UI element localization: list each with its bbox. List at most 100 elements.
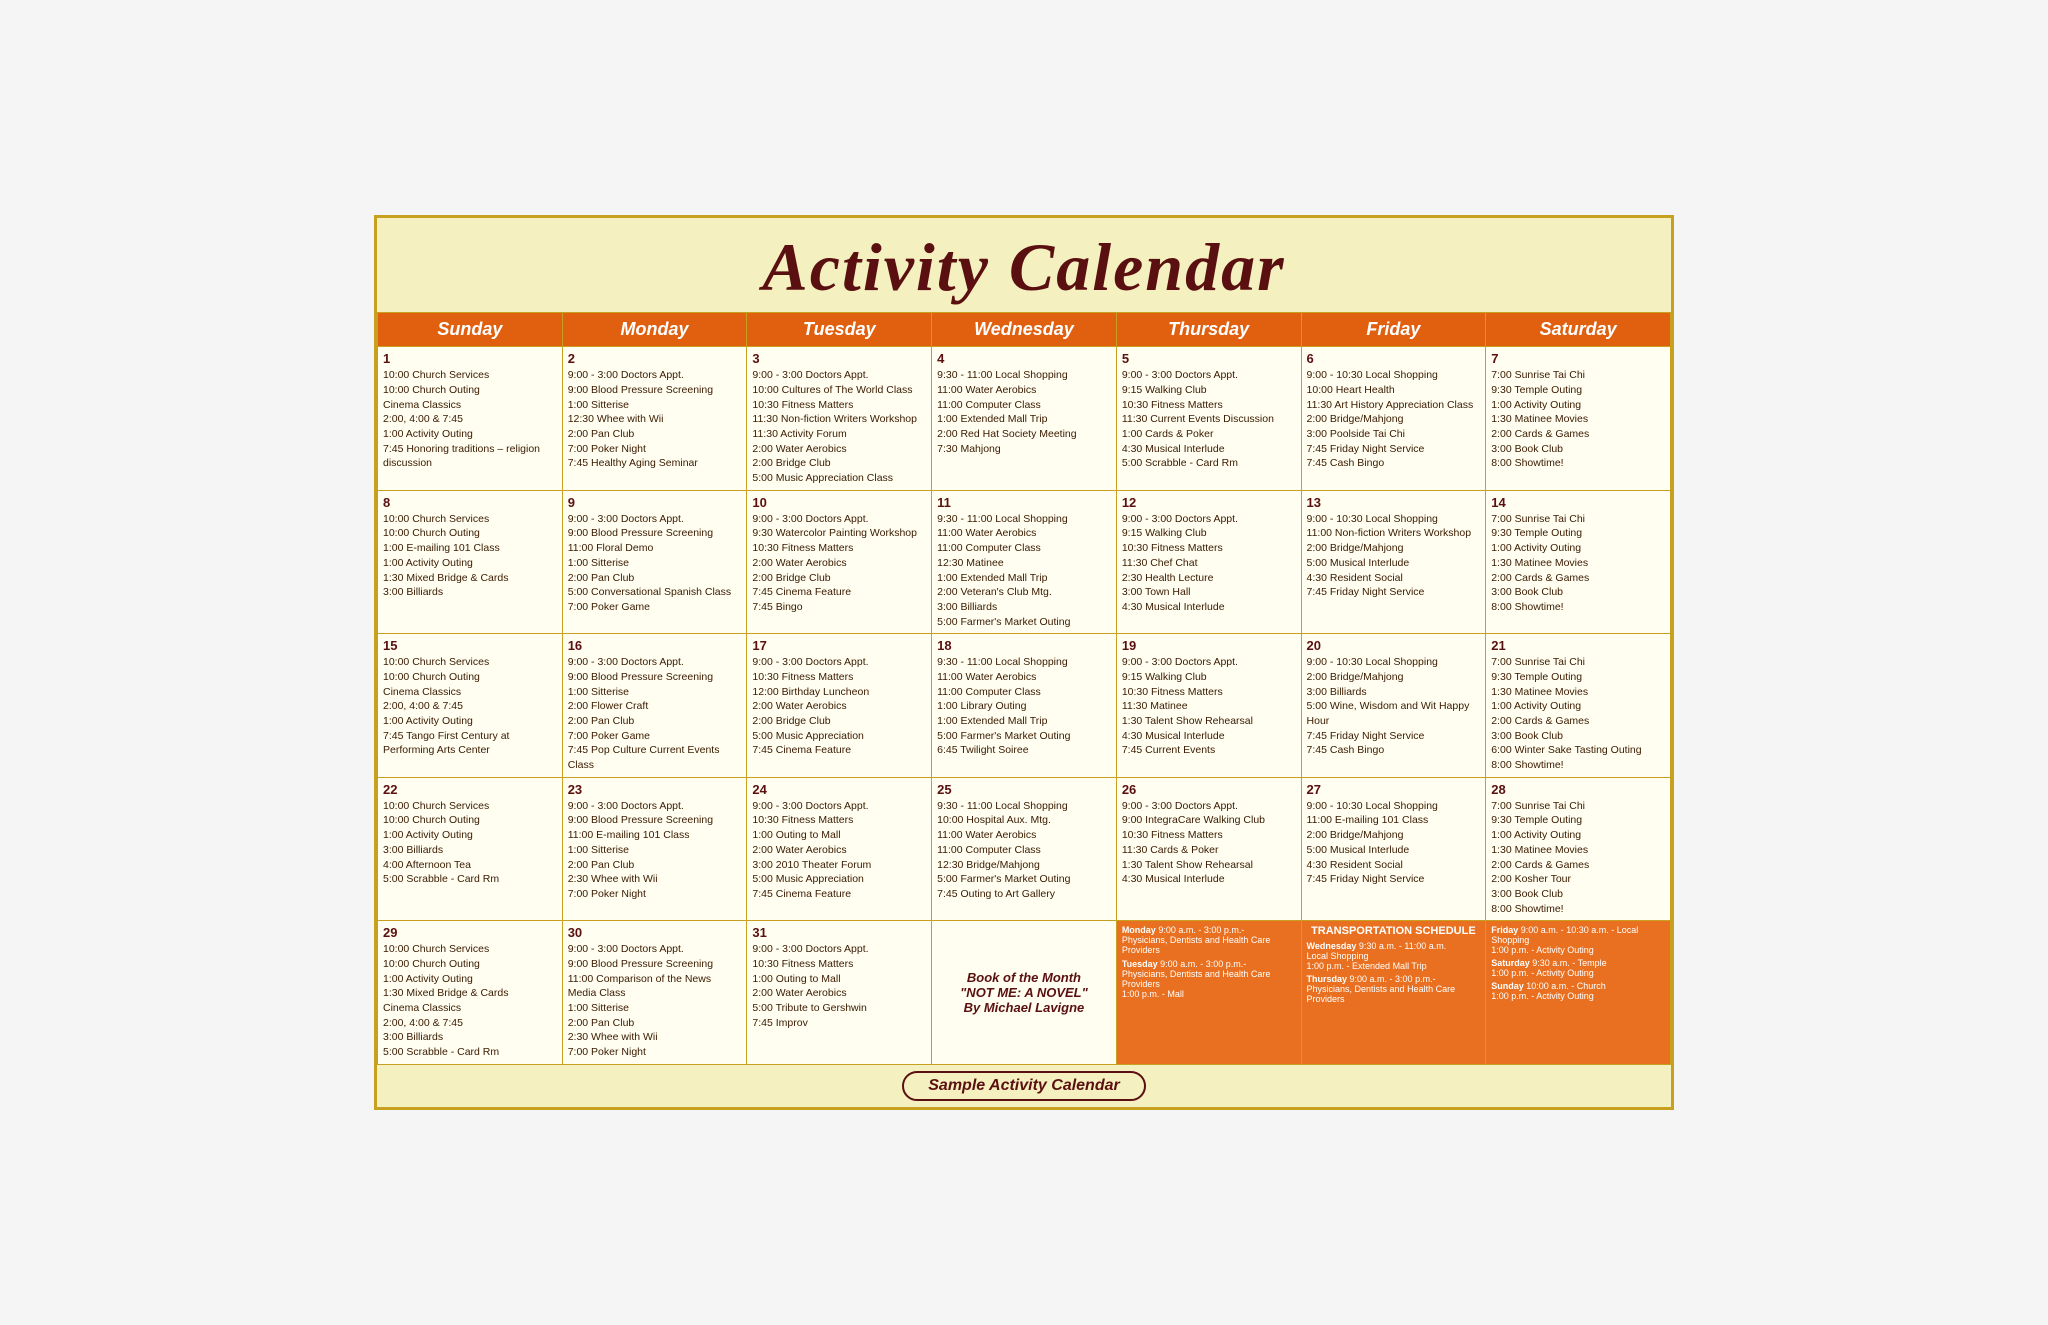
- event-item: 1:00 Extended Mall Trip: [937, 571, 1111, 586]
- event-item: 1:30 Matinee Movies: [1491, 685, 1665, 700]
- event-item: 2:30 Health Lecture: [1122, 571, 1296, 586]
- event-item: 2:00 Veteran's Club Mtg.: [937, 585, 1111, 600]
- event-item: 2:00 Pan Club: [568, 858, 742, 873]
- event-item: 3:00 Billiards: [1307, 685, 1481, 700]
- event-item: 1:00 Activity Outing: [1491, 828, 1665, 843]
- event-item: 11:00 Water Aerobics: [937, 383, 1111, 398]
- event-item: 4:30 Musical Interlude: [1122, 442, 1296, 457]
- event-item: 1:00 Activity Outing: [383, 714, 557, 729]
- event-item: 9:30 - 11:00 Local Shopping: [937, 799, 1111, 814]
- event-item: 9:15 Walking Club: [1122, 526, 1296, 541]
- cell-events: 9:00 - 3:00 Doctors Appt.9:15 Walking Cl…: [1122, 512, 1296, 615]
- event-item: 9:00 - 10:30 Local Shopping: [1307, 655, 1481, 670]
- cell-events: 9:00 - 3:00 Doctors Appt.9:15 Walking Cl…: [1122, 655, 1296, 758]
- event-item: 2:00 Water Aerobics: [752, 699, 926, 714]
- date-number: 11: [937, 495, 1111, 510]
- event-item: 7:00 Sunrise Tai Chi: [1491, 655, 1665, 670]
- event-item: 7:00 Sunrise Tai Chi: [1491, 368, 1665, 383]
- cell-events: 9:00 - 3:00 Doctors Appt.9:15 Walking Cl…: [1122, 368, 1296, 471]
- calendar-title: Activity Calendar: [762, 229, 1285, 305]
- cell-events: 9:00 - 3:00 Doctors Appt.10:30 Fitness M…: [752, 799, 926, 902]
- event-item: 2:00 Flower Craft: [568, 699, 742, 714]
- cell-week1-day3: 39:00 - 3:00 Doctors Appt.10:00 Cultures…: [747, 347, 932, 491]
- event-item: 5:00 Farmer's Market Outing: [937, 872, 1111, 887]
- event-item: 1:00 Extended Mall Trip: [937, 714, 1111, 729]
- event-item: 9:00 - 10:30 Local Shopping: [1307, 512, 1481, 527]
- event-item: 7:00 Sunrise Tai Chi: [1491, 799, 1665, 814]
- cell-week4-day4: 259:30 - 11:00 Local Shopping10:00 Hospi…: [932, 777, 1117, 921]
- cell-events: 7:00 Sunrise Tai Chi9:30 Temple Outing1:…: [1491, 368, 1665, 471]
- event-item: 11:00 Water Aerobics: [937, 526, 1111, 541]
- event-item: 9:00 - 3:00 Doctors Appt.: [752, 655, 926, 670]
- date-number: 19: [1122, 638, 1296, 653]
- event-item: 10:30 Fitness Matters: [1122, 398, 1296, 413]
- cell-events: 9:00 - 3:00 Doctors Appt.10:00 Cultures …: [752, 368, 926, 486]
- event-item: 2:00, 4:00 & 7:45: [383, 1016, 557, 1031]
- event-item: 2:00 Bridge Club: [752, 456, 926, 471]
- transport-saturday-cell: Friday 9:00 a.m. - 10:30 a.m. - Local Sh…: [1486, 921, 1671, 1065]
- event-item: 1:30 Mixed Bridge & Cards: [383, 571, 557, 586]
- transport-header: TRANSPORTATION SCHEDULE: [1307, 925, 1481, 937]
- cell-week3-day3: 17 9:00 - 3:00 Doctors Appt.10:30 Fitness…: [747, 634, 932, 778]
- event-item: 7:45 Cinema Feature: [752, 743, 926, 758]
- cell-week4-day6: 279:00 - 10:30 Local Shopping11:00 E-mai…: [1301, 777, 1486, 921]
- event-item: 7:45 Honoring traditions – religion disc…: [383, 442, 557, 471]
- event-item: 1:30 Talent Show Rehearsal: [1122, 858, 1296, 873]
- date-number: 12: [1122, 495, 1296, 510]
- event-item: 9:15 Walking Club: [1122, 670, 1296, 685]
- event-item: 2:00 Cards & Games: [1491, 427, 1665, 442]
- date-number: 1: [383, 351, 557, 366]
- event-item: 7:45 Friday Night Service: [1307, 442, 1481, 457]
- cell-events: 9:00 - 3:00 Doctors Appt.9:00 Blood Pres…: [568, 655, 742, 773]
- date-number: 26: [1122, 782, 1296, 797]
- event-item: 9:30 - 11:00 Local Shopping: [937, 512, 1111, 527]
- event-item: 11:00 E-mailing 101 Class: [1307, 813, 1481, 828]
- event-item: 7:45 Bingo: [752, 600, 926, 615]
- transport-wednesday: Wednesday 9:30 a.m. - 11:00 a.m.Local Sh…: [1307, 941, 1481, 971]
- event-item: 2:00 Bridge Club: [752, 714, 926, 729]
- cell-events: 9:00 - 10:30 Local Shopping11:00 E-maili…: [1307, 799, 1481, 887]
- cell-events: 9:30 - 11:00 Local Shopping11:00 Water A…: [937, 368, 1111, 456]
- event-item: 7:45 Friday Night Service: [1307, 585, 1481, 600]
- event-item: 8:00 Showtime!: [1491, 902, 1665, 917]
- event-item: 9:30 Temple Outing: [1491, 526, 1665, 541]
- event-item: 10:00 Church Outing: [383, 526, 557, 541]
- event-item: 4:30 Resident Social: [1307, 571, 1481, 586]
- event-item: 11:30 Current Events Discussion: [1122, 412, 1296, 427]
- header-monday: Monday: [562, 313, 747, 347]
- transport-friday: Friday 9:00 a.m. - 10:30 a.m. - Local Sh…: [1491, 925, 1665, 955]
- event-item: 9:00 - 3:00 Doctors Appt.: [568, 799, 742, 814]
- event-item: 11:00 Water Aerobics: [937, 828, 1111, 843]
- cell-week2-day3: 109:00 - 3:00 Doctors Appt.9:30 Watercol…: [747, 490, 932, 634]
- event-item: 1:00 Library Outing: [937, 699, 1111, 714]
- event-item: 2:30 Whee with Wii: [568, 1030, 742, 1045]
- cell-week2-day7: 147:00 Sunrise Tai Chi9:30 Temple Outing…: [1486, 490, 1671, 634]
- event-item: 9:00 - 3:00 Doctors Appt.: [568, 368, 742, 383]
- event-item: 1:00 Sitterise: [568, 843, 742, 858]
- event-item: 3:00 Book Club: [1491, 585, 1665, 600]
- event-item: 10:30 Fitness Matters: [752, 670, 926, 685]
- header-wednesday: Wednesday: [932, 313, 1117, 347]
- transport-tuesday: Tuesday 9:00 a.m. - 3:00 p.m.-Physicians…: [1122, 959, 1296, 999]
- cell-week1-day1: 1 10:00 Church Services10:00 Church Outin…: [378, 347, 563, 491]
- event-item: 10:30 Fitness Matters: [752, 398, 926, 413]
- event-item: 5:00 Music Appreciation: [752, 872, 926, 887]
- event-item: 11:00 Computer Class: [937, 398, 1111, 413]
- cell-events: 10:00 Church Services10:00 Church Outing…: [383, 942, 557, 1060]
- event-item: 1:30 Matinee Movies: [1491, 843, 1665, 858]
- event-item: Cinema Classics: [383, 398, 557, 413]
- event-item: 11:00 Computer Class: [937, 843, 1111, 858]
- date-number: 17: [752, 638, 926, 653]
- event-item: 2:30 Whee with Wii: [568, 872, 742, 887]
- event-item: 2:00 Bridge/Mahjong: [1307, 828, 1481, 843]
- event-item: 7:45 Cinema Feature: [752, 585, 926, 600]
- book-author: By Michael Lavigne: [937, 1000, 1111, 1015]
- event-item: 2:00 Pan Club: [568, 714, 742, 729]
- cell-week5-day1: 2910:00 Church Services10:00 Church Outi…: [378, 921, 563, 1065]
- event-item: 3:00 Billiards: [383, 1030, 557, 1045]
- event-item: 1:30 Mixed Bridge & Cards: [383, 986, 557, 1001]
- event-item: 4:30 Musical Interlude: [1122, 600, 1296, 615]
- event-item: 7:00 Sunrise Tai Chi: [1491, 512, 1665, 527]
- cell-events: 10:00 Church Services10:00 Church Outing…: [383, 368, 557, 471]
- event-item: 6:00 Winter Sake Tasting Outing: [1491, 743, 1665, 758]
